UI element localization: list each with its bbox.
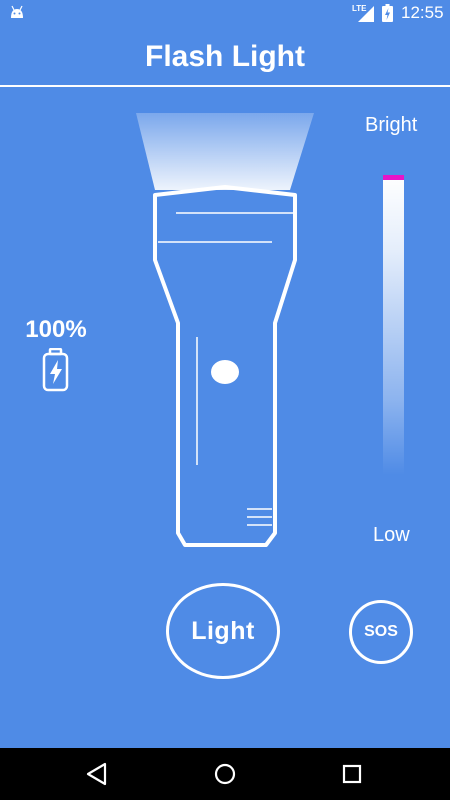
title-divider	[0, 85, 450, 87]
battery-charging-icon	[42, 348, 69, 392]
slider-thumb[interactable]	[383, 175, 404, 180]
back-icon[interactable]	[86, 762, 108, 786]
battery-charging-icon	[382, 4, 393, 22]
android-icon	[11, 5, 23, 18]
flashlight-image[interactable]	[130, 105, 320, 555]
status-bar: LTE 12:55	[0, 0, 450, 25]
recents-icon[interactable]	[342, 764, 362, 784]
battery-percent: 100%	[25, 316, 87, 343]
brightness-slider[interactable]	[383, 175, 404, 475]
low-label: Low	[373, 524, 410, 546]
app-title: Flash Light	[145, 40, 305, 73]
bright-label: Bright	[365, 114, 418, 136]
light-button[interactable]: Light	[166, 583, 280, 679]
navigation-bar	[0, 748, 450, 800]
light-beam	[136, 113, 314, 190]
home-icon[interactable]	[214, 762, 236, 786]
sos-button[interactable]: SOS	[349, 600, 413, 664]
clock: 12:55	[401, 3, 444, 22]
power-switch	[211, 360, 239, 384]
signal-icon	[358, 6, 374, 22]
